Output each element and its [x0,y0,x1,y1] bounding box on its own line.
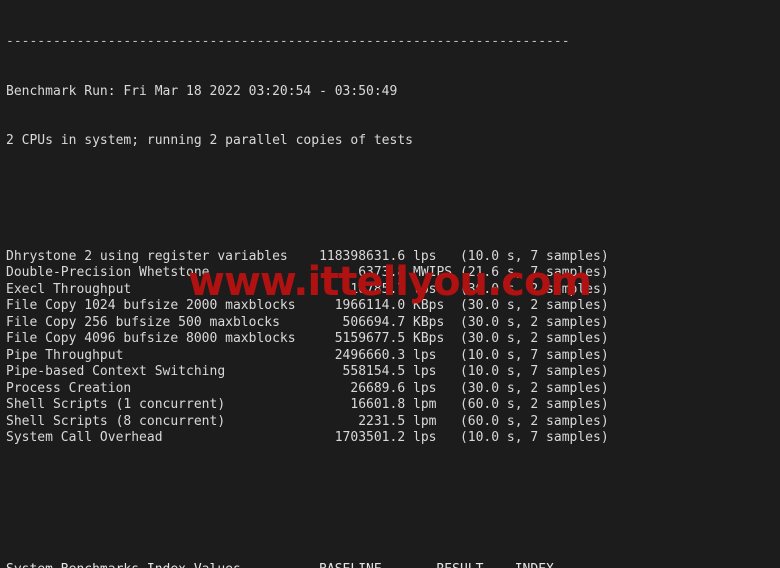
raw-result-row: File Copy 4096 bufsize 8000 maxblocks 51… [6,331,609,346]
raw-results-list: Dhrystone 2 using register variables 118… [6,249,609,447]
cpu-info-line: 2 CPUs in system; running 2 parallel cop… [6,133,413,148]
raw-result-row: System Call Overhead 1703501.2 lps (10.0… [6,430,609,445]
raw-result-row: File Copy 256 bufsize 500 maxblocks 5066… [6,314,609,330]
raw-result-row: Pipe-based Context Switching 558154.5 lp… [6,364,609,379]
benchmark-run-line: Benchmark Run: Fri Mar 18 2022 03:20:54 … [6,83,398,99]
index-table-header-row: System Benchmarks Index Values BASELINE … [6,562,609,568]
raw-result-row: Execl Throughput 10785.7 lps (30.0 s, 2 … [6,281,609,297]
raw-result-row: Double-Precision Whetstone 6373.8 MWIPS … [6,265,609,280]
raw-result-row: Shell Scripts (1 concurrent) 16601.8 lpm… [6,397,609,412]
raw-result-row: Pipe Throughput 2496660.3 lps (10.0 s, 7… [6,347,609,363]
terminal-window: www.ittellyou.com ----------------------… [0,0,780,568]
top-rule: ----------------------------------------… [6,34,570,49]
terminal-output: ----------------------------------------… [6,1,609,568]
raw-result-row: File Copy 1024 bufsize 2000 maxblocks 19… [6,298,609,313]
raw-result-row: Shell Scripts (8 concurrent) 2231.5 lpm … [6,413,609,429]
index-table-header-text: System Benchmarks Index Values BASELINE … [6,562,554,568]
raw-result-row: Dhrystone 2 using register variables 118… [6,248,609,264]
raw-result-row: Process Creation 26689.6 lps (30.0 s, 2 … [6,380,609,396]
